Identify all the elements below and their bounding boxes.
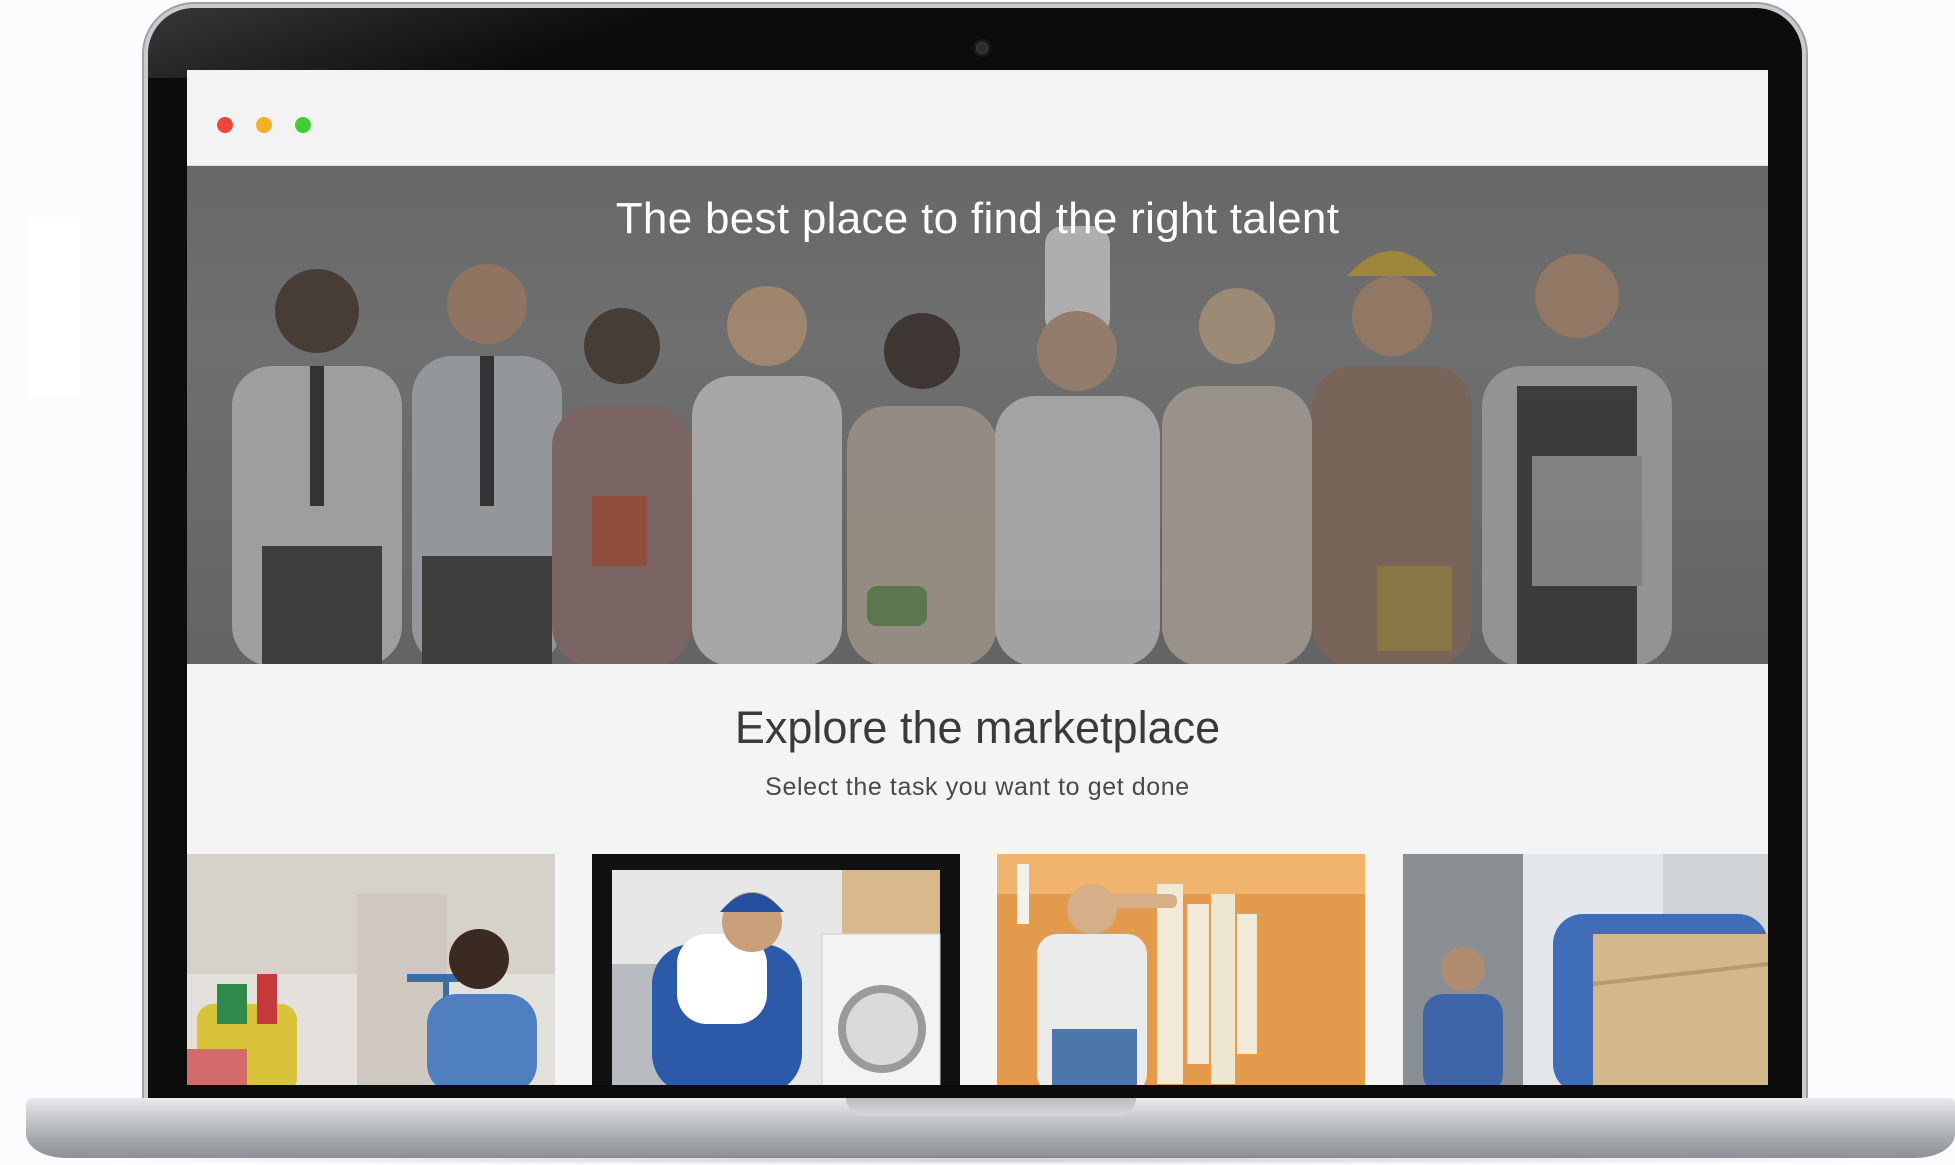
background-patch bbox=[28, 217, 80, 397]
painting-photo bbox=[997, 854, 1365, 1085]
appliance-repair-card[interactable] bbox=[592, 854, 960, 1085]
marketplace-title: Explore the marketplace bbox=[734, 702, 1221, 753]
laptop-shadow bbox=[60, 1155, 1920, 1165]
marketplace-subtitle: Select the task you want to get done bbox=[765, 773, 1190, 801]
hero-title: The best place to find the right talent bbox=[615, 194, 1340, 243]
moving-card[interactable] bbox=[1403, 854, 1768, 1085]
cleaning-card[interactable] bbox=[187, 854, 555, 1085]
maximize-window-button[interactable] bbox=[295, 117, 311, 133]
browser-title-bar bbox=[187, 70, 1768, 166]
appliance-repair-photo bbox=[592, 854, 960, 1085]
laptop-hinge-notch bbox=[846, 1098, 1136, 1116]
lid-gloss bbox=[148, 8, 708, 78]
close-window-button[interactable] bbox=[217, 117, 233, 133]
moving-photo bbox=[1403, 854, 1768, 1085]
cleaning-photo bbox=[187, 854, 555, 1085]
painting-card[interactable] bbox=[997, 854, 1365, 1085]
webcam-icon bbox=[976, 42, 988, 54]
browser-window: The best place to find the right talent … bbox=[187, 70, 1768, 1085]
laptop-base bbox=[26, 1098, 1955, 1158]
minimize-window-button[interactable] bbox=[256, 117, 272, 133]
hero-banner: The best place to find the right talent bbox=[187, 166, 1768, 664]
